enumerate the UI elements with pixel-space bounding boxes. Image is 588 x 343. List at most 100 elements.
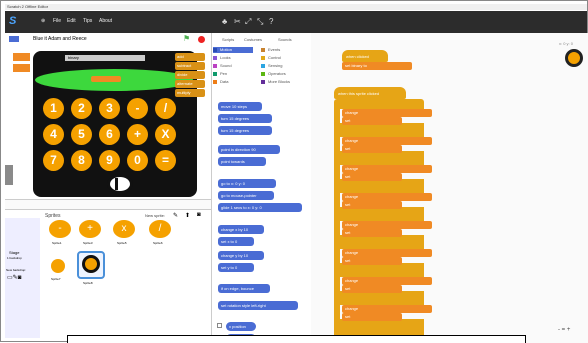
reporter-x-position[interactable]: x position (226, 322, 256, 331)
zoom-in-button[interactable]: + (567, 327, 571, 333)
sprite-thumb-minus[interactable]: - (49, 220, 71, 238)
upload-icon[interactable]: ⬆ (185, 212, 190, 219)
block-change-binary-4[interactable]: change (342, 193, 432, 201)
backdrop-tools-icon[interactable]: ▭✎◙ (7, 274, 21, 281)
block-set-y[interactable]: set y to 0 (218, 263, 254, 272)
block-move-steps[interactable]: move 10 steps (218, 102, 262, 111)
block-change-binary-8[interactable]: change (342, 305, 432, 313)
green-flag-icon[interactable]: ⚑ (183, 35, 190, 43)
category-data[interactable]: Data (213, 79, 228, 85)
block-change-x[interactable]: change x by 10 (218, 225, 264, 234)
op-alternate[interactable]: alternate (175, 80, 205, 88)
stage-button-1[interactable] (13, 53, 30, 61)
category-control[interactable]: Control (261, 55, 281, 61)
key-9[interactable]: 9 (99, 150, 120, 171)
hat-when-sprite-clicked[interactable]: when this sprite clicked (334, 87, 406, 99)
stage-button-2[interactable] (13, 64, 30, 72)
block-set-var-7[interactable]: set (342, 285, 402, 293)
block-change-binary-7[interactable]: change (342, 277, 432, 285)
block-rotation-style[interactable]: set rotation style left-right (218, 301, 298, 310)
block-point-towards[interactable]: point towards (218, 157, 266, 166)
key-4[interactable]: 4 (43, 124, 64, 145)
grow-icon[interactable]: ⤢ (245, 17, 251, 27)
key-minus[interactable]: - (127, 98, 148, 119)
block-set-var-2[interactable]: set (342, 145, 402, 153)
tab-scripts[interactable]: Scripts (222, 37, 234, 42)
key-plus[interactable]: + (127, 124, 148, 145)
project-title[interactable]: Blue it Adam and Reece (33, 33, 87, 45)
key-7[interactable]: 7 (43, 150, 64, 171)
stop-icon[interactable] (198, 36, 205, 43)
block-go-to-xy[interactable]: go to x: 0 y: 0 (218, 179, 276, 188)
op-subtract[interactable]: subtract (175, 62, 205, 70)
stage-pane[interactable]: Stage 1 backdrop New backdrop: ▭✎◙ (5, 218, 40, 338)
category-sensing[interactable]: Sensing (261, 63, 282, 69)
menu-about[interactable]: About (99, 18, 112, 24)
block-change-binary-2[interactable]: change (342, 137, 432, 145)
block-change-binary-3[interactable]: change (342, 165, 432, 173)
camera-icon[interactable]: ◙ (197, 212, 201, 218)
block-set-var-6[interactable]: set (342, 257, 402, 265)
shrink-icon[interactable]: ⤡ (257, 17, 263, 27)
globe-icon[interactable]: ⊕ (41, 18, 45, 24)
stage-scroll-handle[interactable] (5, 165, 13, 185)
op-add[interactable]: add (175, 53, 205, 61)
sprite-thumb-plus[interactable]: + (79, 220, 101, 238)
block-set-var-8[interactable]: set (342, 313, 402, 321)
block-set-var-1[interactable]: set (342, 117, 402, 125)
tab-sounds[interactable]: Sounds (278, 37, 292, 42)
key-multiply[interactable]: X (155, 124, 176, 145)
power-toggle[interactable] (107, 174, 133, 194)
sprite-thumb-dot[interactable] (51, 259, 65, 273)
duplicate-icon[interactable]: ♣ (222, 17, 227, 26)
category-pen[interactable]: Pen (213, 71, 227, 77)
sprite-thumb-selected[interactable] (77, 251, 105, 279)
x-position-checkbox[interactable] (217, 323, 222, 328)
category-motion[interactable]: Motion (213, 47, 253, 53)
paint-icon[interactable]: ✎ (173, 212, 178, 219)
category-sound[interactable]: Sound (213, 63, 232, 69)
block-set-var-4[interactable]: set (342, 201, 402, 209)
key-6[interactable]: 6 (99, 124, 120, 145)
key-2[interactable]: 2 (71, 98, 92, 119)
block-set-x[interactable]: set x to 0 (218, 237, 254, 246)
key-8[interactable]: 8 (71, 150, 92, 171)
zoom-reset-button[interactable]: = (562, 327, 566, 333)
menu-edit[interactable]: Edit (67, 18, 76, 24)
block-change-binary-1[interactable]: change (342, 109, 432, 117)
block-change-binary-6[interactable]: change (342, 249, 432, 257)
menu-tips[interactable]: Tips (83, 18, 92, 24)
block-change-y[interactable]: change y by 10 (218, 251, 264, 260)
key-equals[interactable]: = (155, 150, 176, 171)
hat-when-flag-clicked[interactable]: when clicked (342, 50, 388, 62)
category-events[interactable]: Events (261, 47, 280, 53)
menu-file[interactable]: File (53, 18, 61, 24)
op-divide[interactable]: divide (175, 71, 205, 79)
category-operators[interactable]: Operators (261, 71, 286, 77)
if-chain[interactable] (334, 99, 424, 339)
block-turn-right[interactable]: turn 15 degrees (218, 114, 272, 123)
block-change-binary-5[interactable]: change (342, 221, 432, 229)
stage[interactable]: binary add subtract divide alternate mul… (5, 46, 211, 199)
zoom-controls[interactable]: - = + (558, 327, 570, 333)
block-bounce[interactable]: if on edge, bounce (218, 284, 270, 293)
sprite-thumb-times[interactable]: x (113, 220, 135, 238)
zoom-out-button[interactable]: - (558, 327, 560, 333)
op-multiply[interactable]: multiply (175, 89, 205, 97)
sprite-thumb-divide[interactable]: / (149, 220, 171, 238)
block-turn-left[interactable]: turn 15 degrees (218, 126, 272, 135)
help-icon[interactable]: ? (269, 17, 273, 26)
block-go-to[interactable]: go to mouse-pointer (218, 191, 274, 200)
key-0[interactable]: 0 (127, 150, 148, 171)
category-looks[interactable]: Looks (213, 55, 231, 61)
block-set-var-5[interactable]: set (342, 229, 402, 237)
block-set-var-3[interactable]: set (342, 173, 402, 181)
fullscreen-icon[interactable] (9, 36, 19, 42)
tab-costumes[interactable]: Costumes (244, 37, 262, 42)
key-divide[interactable]: / (155, 98, 176, 119)
delete-icon[interactable]: ✂ (234, 17, 241, 26)
block-point-direction[interactable]: point in direction 90 (218, 145, 280, 154)
block-glide[interactable]: glide 1 secs to x: 0 y: 0 (218, 203, 302, 212)
block-set-binary[interactable]: set binary to (342, 62, 412, 70)
key-3[interactable]: 3 (99, 98, 120, 119)
